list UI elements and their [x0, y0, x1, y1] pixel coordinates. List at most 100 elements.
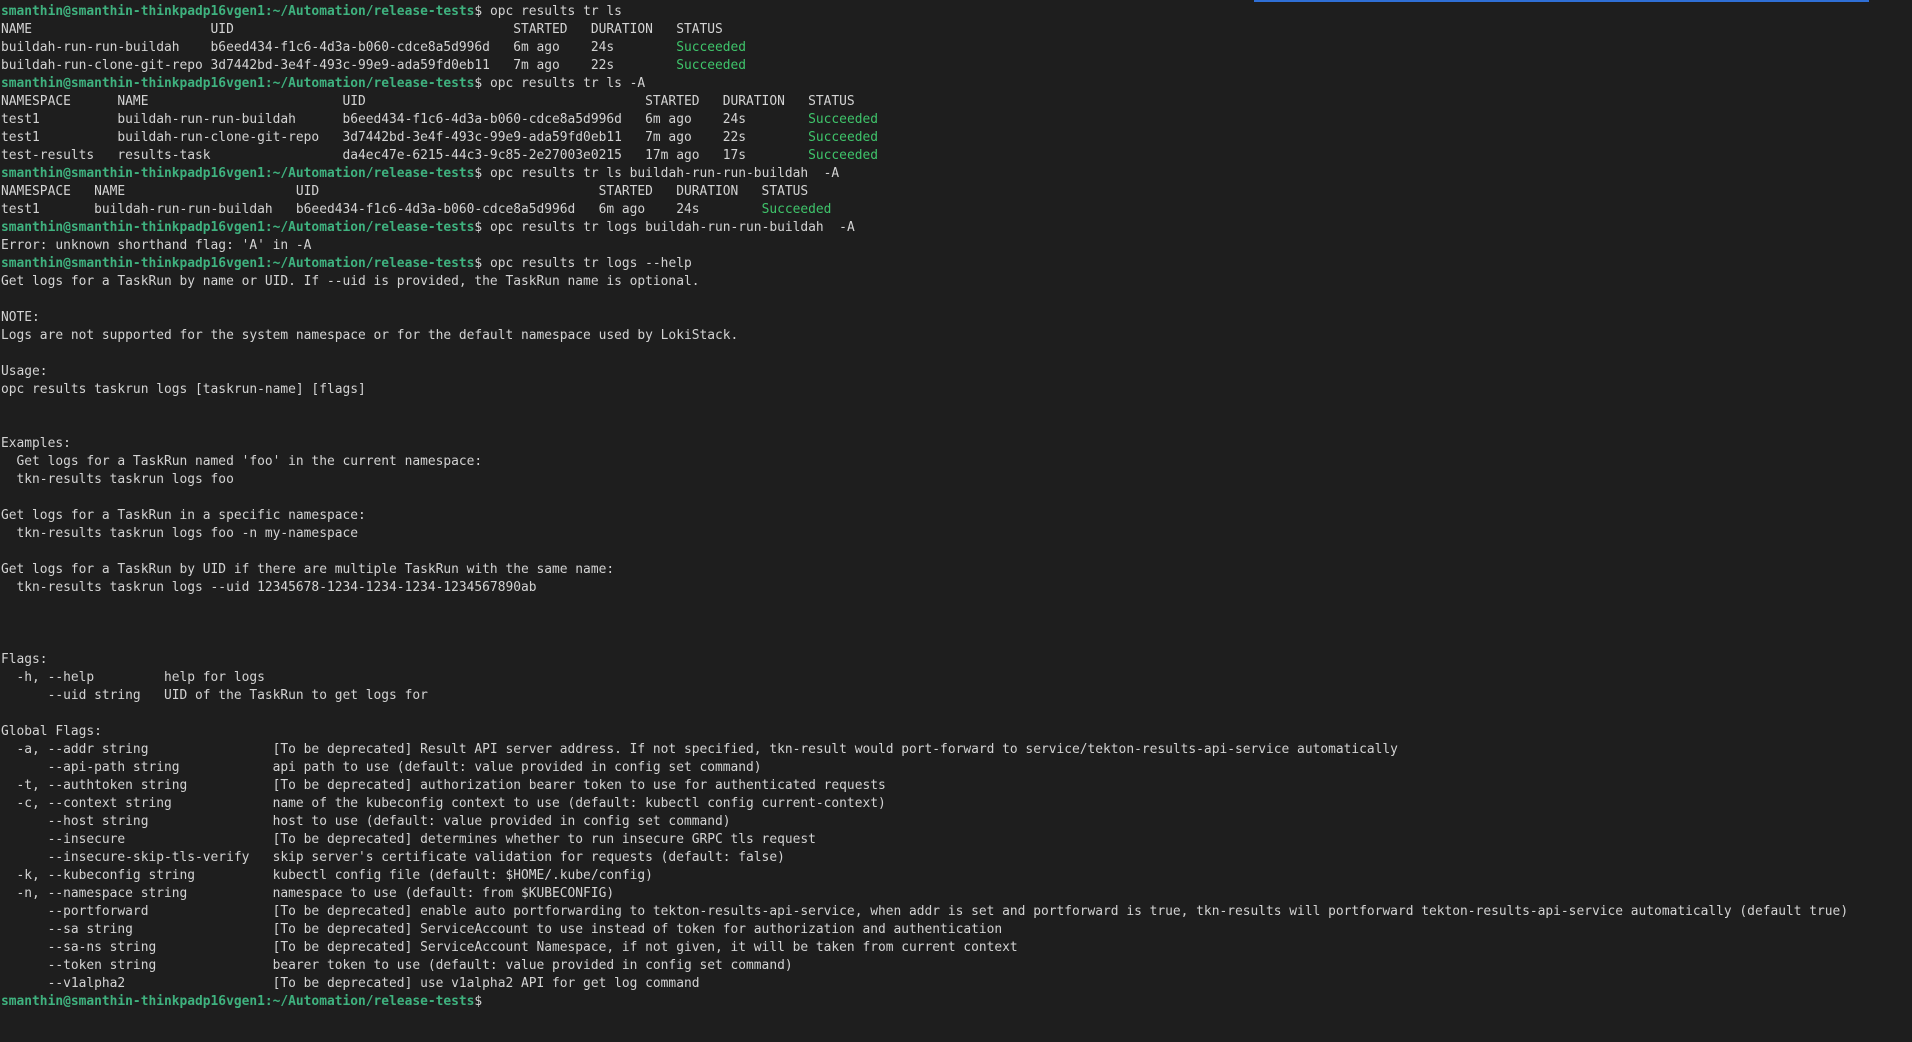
output-line: --uid string UID of the TaskRun to get l…: [0, 687, 1912, 705]
output-text: -n, --namespace string namespace to use …: [1, 886, 615, 901]
output-line: --portforward [To be deprecated] enable …: [0, 903, 1912, 921]
output-text: Get logs for a TaskRun by name or UID. I…: [1, 274, 700, 289]
output-text: --sa string [To be deprecated] ServiceAc…: [1, 922, 1003, 937]
output-text: tkn-results taskrun logs --uid 12345678-…: [1, 580, 537, 595]
output-text: Error: unknown shorthand flag: 'A' in -A: [1, 238, 312, 253]
output-text: NAMESPACE NAME UID STARTED DURATION STAT…: [1, 94, 855, 109]
status-succeeded: Succeeded: [676, 58, 747, 73]
output-line: test1 buildah-run-run-buildah b6eed434-f…: [0, 201, 1912, 219]
output-text: tkn-results taskrun logs foo: [1, 472, 234, 487]
shell-prompt: smanthin@smanthin-thinkpadp16vgen1:~/Aut…: [1, 166, 475, 181]
output-line: --token string bearer token to use (defa…: [0, 957, 1912, 975]
shell-prompt: smanthin@smanthin-thinkpadp16vgen1:~/Aut…: [1, 220, 475, 235]
command-line: smanthin@smanthin-thinkpadp16vgen1:~/Aut…: [0, 165, 1912, 183]
status-succeeded: Succeeded: [808, 130, 878, 145]
output-text: tkn-results taskrun logs foo -n my-names…: [1, 526, 358, 541]
output-line: Get logs for a TaskRun named 'foo' in th…: [0, 453, 1912, 471]
output-line: -c, --context string name of the kubecon…: [0, 795, 1912, 813]
output-text: --host string host to use (default: valu…: [1, 814, 731, 829]
output-text: --insecure-skip-tls-verify skip server's…: [1, 850, 785, 865]
output-line: -a, --addr string [To be deprecated] Res…: [0, 741, 1912, 759]
output-line: --sa string [To be deprecated] ServiceAc…: [0, 921, 1912, 939]
output-text: test1 buildah-run-run-buildah b6eed434-f…: [1, 202, 762, 217]
output-text: --v1alpha2 [To be deprecated] use v1alph…: [1, 976, 700, 991]
output-line: buildah-run-run-buildah b6eed434-f1c6-4d…: [0, 39, 1912, 57]
output-line: test1 buildah-run-clone-git-repo 3d7442b…: [0, 129, 1912, 147]
output-line: opc results taskrun logs [taskrun-name] …: [0, 381, 1912, 399]
terminal-window[interactable]: smanthin@smanthin-thinkpadp16vgen1:~/Aut…: [0, 0, 1912, 1042]
output-text: -a, --addr string [To be deprecated] Res…: [1, 742, 1398, 757]
status-succeeded: Succeeded: [761, 202, 832, 217]
output-line: tkn-results taskrun logs --uid 12345678-…: [0, 579, 1912, 597]
output-line: Get logs for a TaskRun in a specific nam…: [0, 507, 1912, 525]
output-text: NAME UID STARTED DURATION STATUS: [1, 22, 723, 37]
output-line: NAME UID STARTED DURATION STATUS: [0, 21, 1912, 39]
command-text: $ opc results tr logs --help: [474, 256, 692, 271]
output-text: --sa-ns string [To be deprecated] Servic…: [1, 940, 1018, 955]
output-line: -k, --kubeconfig string kubectl config f…: [0, 867, 1912, 885]
output-text: --portforward [To be deprecated] enable …: [1, 904, 1849, 919]
output-line: -t, --authtoken string [To be deprecated…: [0, 777, 1912, 795]
output-line: -n, --namespace string namespace to use …: [0, 885, 1912, 903]
output-text: Logs are not supported for the system na…: [1, 328, 739, 343]
output-line: --sa-ns string [To be deprecated] Servic…: [0, 939, 1912, 957]
output-text: Examples:: [1, 436, 71, 451]
output-line: --host string host to use (default: valu…: [0, 813, 1912, 831]
status-succeeded: Succeeded: [808, 112, 878, 127]
terminal-output: smanthin@smanthin-thinkpadp16vgen1:~/Aut…: [0, 3, 1912, 1011]
output-line: test-results results-task da4ec47e-6215-…: [0, 147, 1912, 165]
command-line: smanthin@smanthin-thinkpadp16vgen1:~/Aut…: [0, 75, 1912, 93]
output-line: Get logs for a TaskRun by name or UID. I…: [0, 273, 1912, 291]
output-line: --insecure [To be deprecated] determines…: [0, 831, 1912, 849]
command-text: $ opc results tr ls -A: [474, 76, 646, 91]
command-text: $ opc results tr logs buildah-run-run-bu…: [474, 220, 855, 235]
output-line: buildah-run-clone-git-repo 3d7442bd-3e4f…: [0, 57, 1912, 75]
output-text: NAMESPACE NAME UID STARTED DURATION STAT…: [1, 184, 809, 199]
output-line: Flags:: [0, 651, 1912, 669]
shell-prompt: smanthin@smanthin-thinkpadp16vgen1:~/Aut…: [1, 76, 475, 91]
command-line: smanthin@smanthin-thinkpadp16vgen1:~/Aut…: [0, 993, 1912, 1011]
command-text: $: [474, 994, 483, 1009]
output-line: Error: unknown shorthand flag: 'A' in -A: [0, 237, 1912, 255]
output-line: Get logs for a TaskRun by UID if there a…: [0, 561, 1912, 579]
shell-prompt: smanthin@smanthin-thinkpadp16vgen1:~/Aut…: [1, 256, 475, 271]
output-text: Usage:: [1, 364, 48, 379]
shell-prompt: smanthin@smanthin-thinkpadp16vgen1:~/Aut…: [1, 994, 475, 1009]
output-text: --insecure [To be deprecated] determines…: [1, 832, 816, 847]
command-text: $ opc results tr ls buildah-run-run-buil…: [474, 166, 840, 181]
output-text: -k, --kubeconfig string kubectl config f…: [1, 868, 653, 883]
output-line: --api-path string api path to use (defau…: [0, 759, 1912, 777]
output-text: test-results results-task da4ec47e-6215-…: [1, 148, 809, 163]
command-text: $ opc results tr ls: [474, 4, 622, 19]
status-succeeded: Succeeded: [676, 40, 747, 55]
output-line: NAMESPACE NAME UID STARTED DURATION STAT…: [0, 93, 1912, 111]
output-text: opc results taskrun logs [taskrun-name] …: [1, 382, 366, 397]
output-text: Flags:: [1, 652, 48, 667]
output-text: Get logs for a TaskRun named 'foo' in th…: [1, 454, 483, 469]
output-line: Logs are not supported for the system na…: [0, 327, 1912, 345]
output-line: Global Flags:: [0, 723, 1912, 741]
output-text: --token string bearer token to use (defa…: [1, 958, 793, 973]
output-text: test1 buildah-run-clone-git-repo 3d7442b…: [1, 130, 809, 145]
output-line: -h, --help help for logs: [0, 669, 1912, 687]
output-text: -h, --help help for logs: [1, 670, 265, 685]
output-text: Global Flags:: [1, 724, 102, 739]
output-text: -c, --context string name of the kubecon…: [1, 796, 886, 811]
output-line: tkn-results taskrun logs foo: [0, 471, 1912, 489]
output-text: test1 buildah-run-run-buildah b6eed434-f…: [1, 112, 809, 127]
output-line: NAMESPACE NAME UID STARTED DURATION STAT…: [0, 183, 1912, 201]
output-line: Examples:: [0, 435, 1912, 453]
output-text: buildah-run-run-buildah b6eed434-f1c6-4d…: [1, 40, 677, 55]
output-text: Get logs for a TaskRun by UID if there a…: [1, 562, 615, 577]
cursor[interactable]: [482, 993, 490, 1008]
command-line: smanthin@smanthin-thinkpadp16vgen1:~/Aut…: [0, 219, 1912, 237]
scroll-indicator: [1254, 0, 1869, 2]
